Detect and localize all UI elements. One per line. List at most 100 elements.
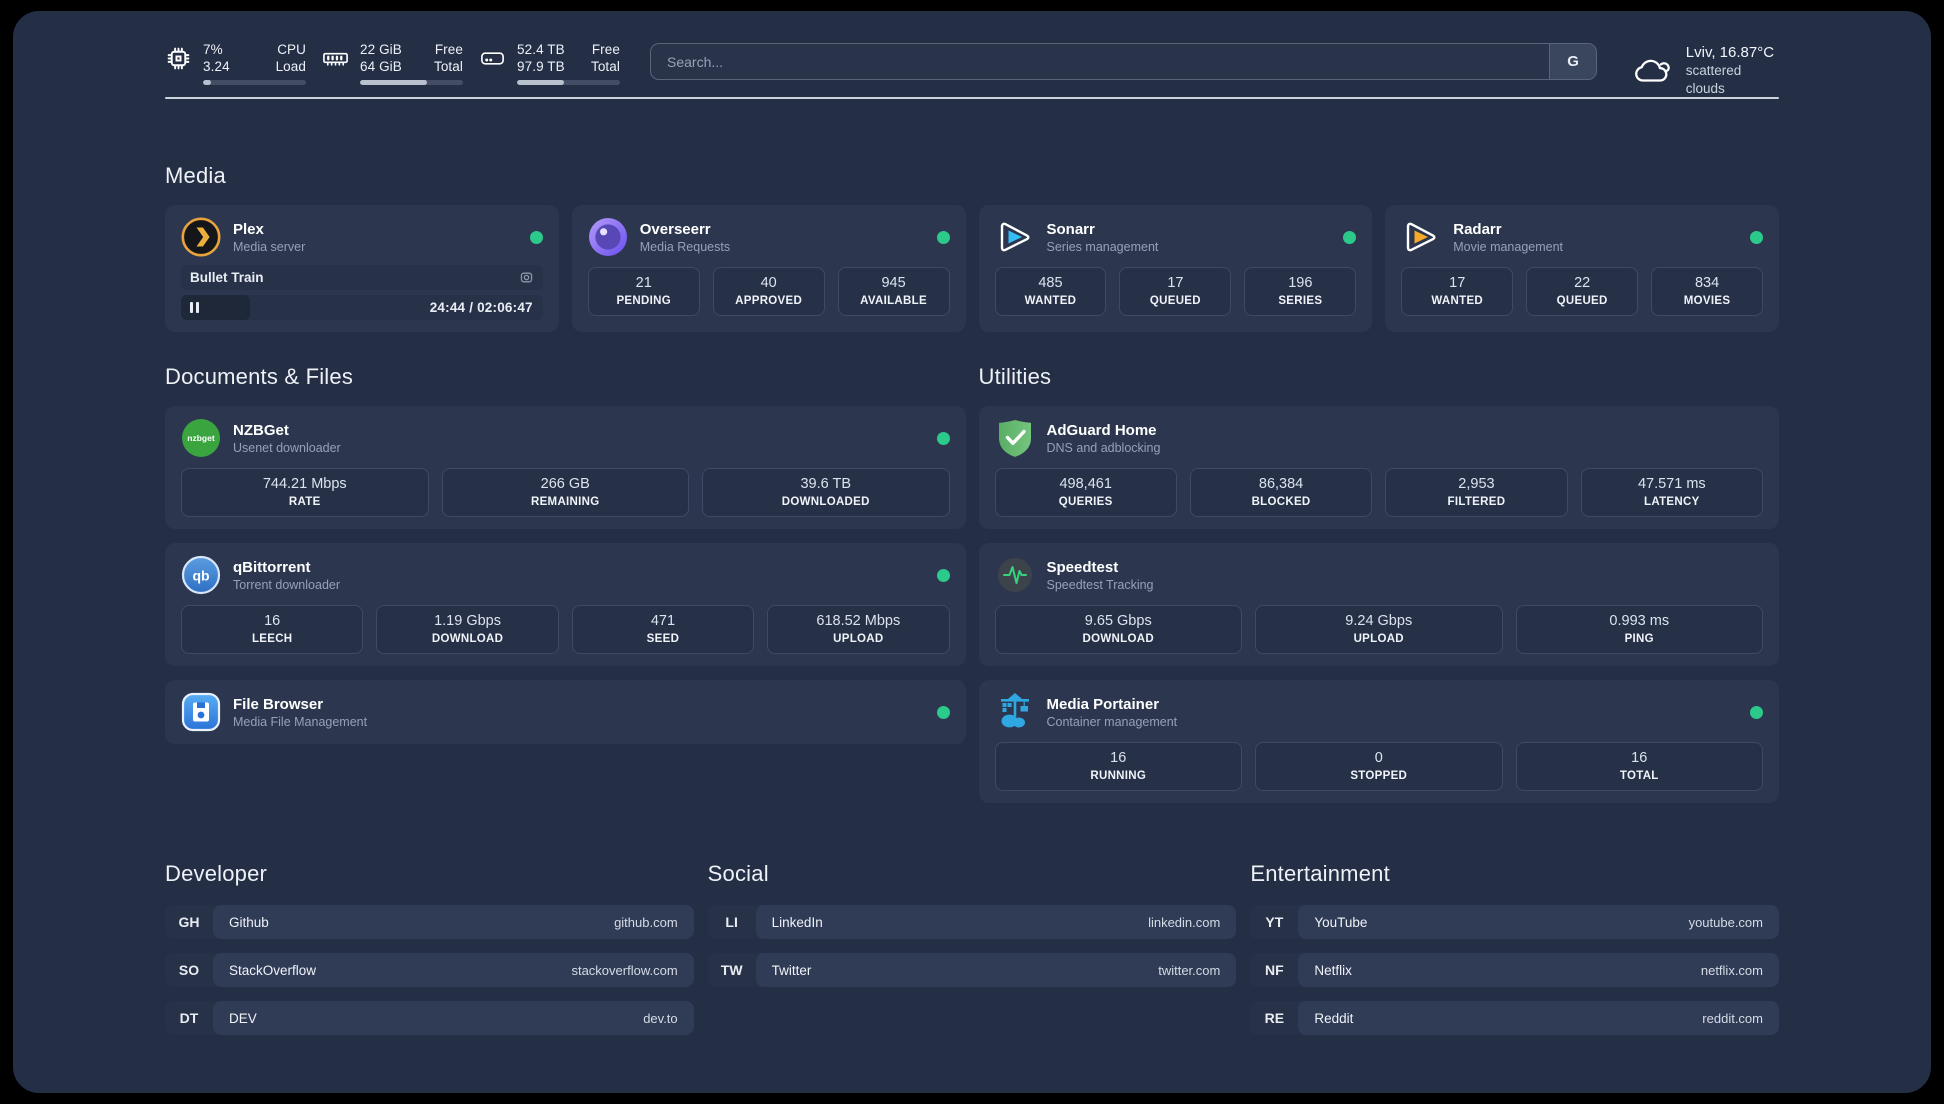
cpu-icon bbox=[167, 47, 190, 70]
app-name: Sonarr bbox=[1046, 220, 1095, 238]
dashboard: 7% CPU 3.24 Load 22 GiB Free 64 GiB Total bbox=[13, 11, 1931, 1093]
stat-tile: 17 QUEUED bbox=[1119, 267, 1232, 316]
link-dev-to[interactable]: DT DEV dev.to bbox=[165, 1001, 694, 1035]
file-browser-logo-icon bbox=[181, 692, 221, 732]
stat-tile: 471 SEED bbox=[571, 605, 755, 654]
link-name: DEV bbox=[229, 1010, 257, 1026]
app-name: File Browser bbox=[233, 695, 324, 713]
cpu-progress-bar bbox=[203, 80, 306, 85]
header-divider bbox=[165, 97, 1779, 99]
card-plex[interactable]: Plex Media server Bullet Train 24:44 / 0… bbox=[165, 205, 559, 332]
card-file-browser[interactable]: File Browser Media File Management bbox=[165, 680, 966, 744]
link-github[interactable]: GH Github github.com bbox=[165, 905, 694, 939]
storage-progress-fill bbox=[517, 80, 565, 85]
radarr-logo-icon bbox=[1407, 222, 1436, 252]
stat-tile: 21 PENDING bbox=[587, 267, 700, 316]
status-online-dot bbox=[1343, 230, 1357, 244]
link-url: stackoverflow.com bbox=[571, 962, 678, 978]
storage-label-bottom: Total bbox=[590, 59, 620, 74]
stat-tile: 618.52 Mbps UPLOAD bbox=[767, 605, 950, 654]
section-utilities: Utilities AdGuard Home DNS and adblockin… bbox=[978, 362, 1779, 803]
link-abbr: LI bbox=[725, 914, 738, 930]
section-title-social: Social bbox=[707, 861, 769, 886]
storage-label-top: Free bbox=[591, 42, 620, 57]
card-sonarr[interactable]: Sonarr Series management 485 WANTED 17 QUE… bbox=[978, 205, 1373, 332]
link-url: reddit.com bbox=[1702, 1010, 1763, 1026]
app-subtitle: Container management bbox=[1046, 714, 1178, 729]
card-overseerr[interactable]: Overseerr Media Requests 21 PENDING 40 APP… bbox=[571, 205, 966, 332]
link-url: twitter.com bbox=[1158, 962, 1221, 978]
search-engine-button[interactable]: G bbox=[1549, 44, 1597, 79]
section-title-entertainment: Entertainment bbox=[1250, 861, 1390, 886]
section-entertainment: Entertainment YT YouTube youtube.com NF N… bbox=[1250, 859, 1779, 1035]
stat-tile: 39.6 TB DOWNLOADED bbox=[702, 468, 950, 517]
link-twitter[interactable]: TW Twitter twitter.com bbox=[707, 953, 1237, 987]
link-name: YouTube bbox=[1314, 914, 1368, 930]
stat-tile: 9.65 Gbps DOWNLOAD bbox=[994, 605, 1242, 654]
link-name: LinkedIn bbox=[771, 914, 823, 930]
top-bar: 7% CPU 3.24 Load 22 GiB Free 64 GiB Total bbox=[165, 11, 1779, 96]
stat-tile: 16 RUNNING bbox=[994, 742, 1242, 791]
card-media-portainer[interactable]: Media Portainer Container management 16 R… bbox=[978, 680, 1779, 803]
svg-text:qb: qb bbox=[192, 568, 209, 584]
memory-progress-fill bbox=[360, 80, 427, 85]
card-qbittorrent[interactable]: qb qBittorrent Torrent downloader 16 LEEC… bbox=[165, 543, 966, 666]
memory-label-bottom: Total bbox=[433, 59, 463, 74]
sonarr-logo-icon bbox=[1000, 222, 1029, 252]
link-abbr: RE bbox=[1264, 1010, 1285, 1026]
cpu-load: 3.24 bbox=[203, 59, 230, 74]
link-url: linkedin.com bbox=[1148, 914, 1221, 930]
speedtest-logo-icon bbox=[997, 558, 1032, 592]
link-stackoverflow[interactable]: SO StackOverflow stackoverflow.com bbox=[165, 953, 694, 987]
nzbget-logo-icon: nzbget bbox=[182, 419, 220, 457]
link-name: Twitter bbox=[771, 962, 812, 978]
memory-total: 64 GiB bbox=[360, 59, 402, 74]
stat-tile: 744.21 Mbps RATE bbox=[181, 468, 429, 517]
status-online-dot bbox=[936, 568, 950, 582]
app-subtitle: Media File Management bbox=[233, 714, 368, 729]
plex-progress-fill bbox=[181, 295, 250, 320]
card-speedtest[interactable]: Speedtest Speedtest Tracking 9.65 Gbps DO… bbox=[978, 543, 1779, 666]
storage-free: 52.4 TB bbox=[517, 42, 565, 57]
stat-tile: 266 GB REMAINING bbox=[441, 468, 689, 517]
link-netflix[interactable]: NF Netflix netflix.com bbox=[1250, 953, 1779, 987]
link-reddit[interactable]: RE Reddit reddit.com bbox=[1250, 1001, 1779, 1035]
card-nzbget[interactable]: nzbget NZBGet Usenet downloader 744.21 M… bbox=[165, 406, 966, 529]
app-name: Speedtest bbox=[1046, 558, 1119, 576]
cloud-icon bbox=[1635, 59, 1670, 82]
app-subtitle: Movie management bbox=[1453, 239, 1564, 254]
video-camera-icon[interactable] bbox=[519, 270, 534, 285]
stat-tile: 40 APPROVED bbox=[712, 267, 825, 316]
stat-tile: 485 WANTED bbox=[994, 267, 1107, 316]
link-abbr: SO bbox=[178, 962, 200, 978]
link-abbr: TW bbox=[720, 962, 743, 978]
section-media: Media Plex Media server Bullet Train 24:… bbox=[165, 161, 1779, 332]
memory-progress-bar bbox=[360, 80, 463, 85]
link-linkedin[interactable]: LI LinkedIn linkedin.com bbox=[707, 905, 1237, 939]
stat-tile: 9.24 Gbps UPLOAD bbox=[1255, 605, 1503, 654]
storage-progress-bar bbox=[517, 80, 620, 85]
link-url: dev.to bbox=[643, 1010, 678, 1026]
stat-tile: 2,953 FILTERED bbox=[1385, 468, 1568, 517]
stat-tile: 0.993 ms PING bbox=[1515, 605, 1763, 654]
app-subtitle: DNS and adblocking bbox=[1046, 440, 1161, 455]
stat-tile: 196 SERIES bbox=[1244, 267, 1357, 316]
pause-icon[interactable] bbox=[190, 302, 199, 313]
card-radarr[interactable]: Radarr Movie management 17 WANTED 22 QUEUE… bbox=[1385, 205, 1779, 332]
search-input[interactable] bbox=[651, 44, 1550, 79]
status-online-dot bbox=[936, 431, 950, 445]
storage-stat: 52.4 TB Free 97.9 TB Total bbox=[479, 41, 620, 85]
overseerr-logo-icon bbox=[588, 218, 627, 256]
search-bar: G bbox=[650, 43, 1598, 80]
link-url: youtube.com bbox=[1688, 914, 1763, 930]
cpu-stat: 7% CPU 3.24 Load bbox=[165, 41, 306, 85]
card-adguard-home[interactable]: AdGuard Home DNS and adblocking 498,461 Q… bbox=[978, 406, 1779, 529]
link-youtube[interactable]: YT YouTube youtube.com bbox=[1250, 905, 1779, 939]
plex-playback-time: 24:44 / 02:06:47 bbox=[429, 300, 533, 315]
link-name: Reddit bbox=[1314, 1010, 1354, 1026]
plex-logo-icon bbox=[181, 217, 221, 257]
app-name: Media Portainer bbox=[1046, 695, 1160, 713]
section-title-utilities: Utilities bbox=[978, 364, 1052, 389]
app-name: AdGuard Home bbox=[1046, 421, 1157, 439]
link-abbr: GH bbox=[178, 914, 200, 930]
